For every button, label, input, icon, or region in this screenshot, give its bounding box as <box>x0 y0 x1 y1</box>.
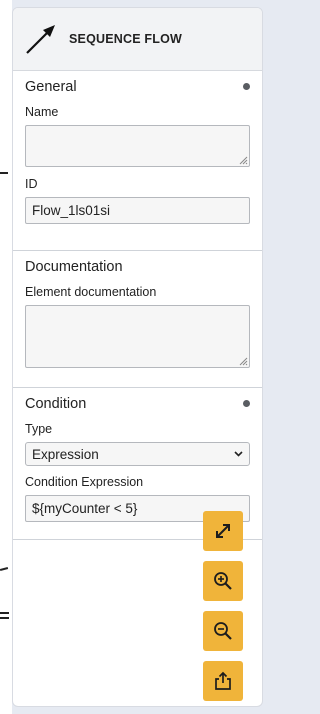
condition-expression-label: Condition Expression <box>25 475 144 489</box>
zoom-in-button[interactable] <box>203 561 243 601</box>
group-modified-indicator <box>243 400 250 407</box>
panel-title: SEQUENCE FLOW <box>69 32 183 46</box>
documentation-group: Documentation Element documentation <box>13 251 262 388</box>
fullscreen-button[interactable] <box>203 511 243 551</box>
export-button[interactable] <box>203 661 243 701</box>
type-select[interactable]: Expression <box>25 442 250 466</box>
condition-group-title: Condition <box>25 396 87 412</box>
zoom-out-icon <box>214 622 232 640</box>
element-documentation-field[interactable] <box>25 305 250 368</box>
general-group: General Name ID Flow_1ls01si <box>13 71 262 251</box>
name-field[interactable] <box>25 125 250 167</box>
fullscreen-icon <box>216 524 230 538</box>
diagram-canvas[interactable] <box>0 0 12 714</box>
element-documentation-label: Element documentation <box>25 285 157 299</box>
canvas-tools <box>203 511 243 701</box>
resize-grip-icon[interactable] <box>238 356 248 366</box>
condition-group-header[interactable]: Condition <box>25 388 250 420</box>
group-modified-indicator <box>243 83 250 90</box>
id-field[interactable]: Flow_1ls01si <box>25 197 250 224</box>
documentation-group-title: Documentation <box>25 259 123 275</box>
export-icon <box>215 671 231 690</box>
name-label: Name <box>25 105 59 119</box>
chevron-down-icon <box>234 451 243 457</box>
resize-grip-icon[interactable] <box>238 155 248 165</box>
zoom-in-icon <box>214 572 232 590</box>
panel-header: SEQUENCE FLOW <box>13 8 262 71</box>
canvas-connection-segment[interactable] <box>0 617 9 619</box>
documentation-group-header[interactable]: Documentation <box>25 251 250 283</box>
general-group-title: General <box>25 79 77 95</box>
type-select-value: Expression <box>32 446 99 462</box>
general-group-header[interactable]: General <box>25 71 250 103</box>
type-label: Type <box>25 422 53 436</box>
canvas-connection-segment[interactable] <box>0 172 8 174</box>
zoom-out-button[interactable] <box>203 611 243 651</box>
canvas-connection-segment[interactable] <box>0 612 9 614</box>
sequence-flow-arrow-icon <box>26 25 55 54</box>
id-label: ID <box>25 177 38 191</box>
